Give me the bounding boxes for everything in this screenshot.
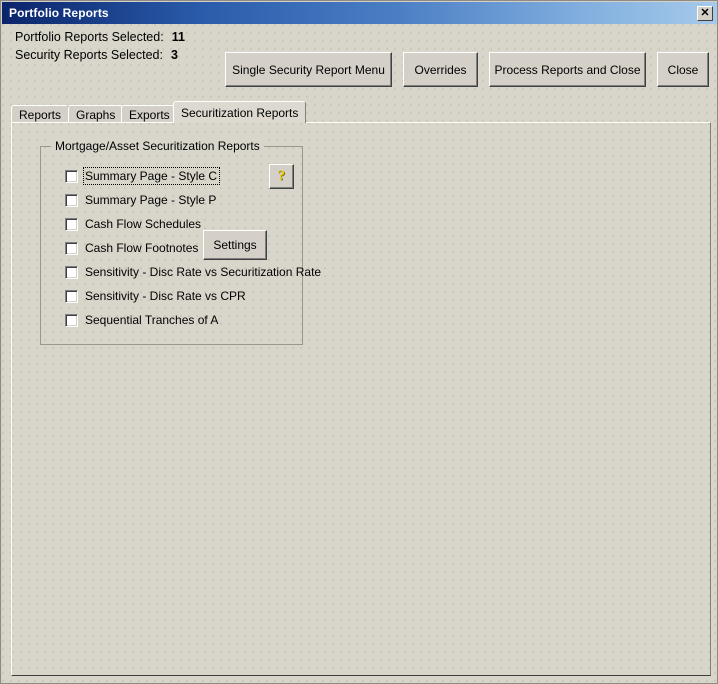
security-reports-selected-row: Security Reports Selected: 3 (15, 48, 178, 62)
checkbox-row-sensitivity-disc-rate-vs-securitization-rate[interactable]: Sensitivity - Disc Rate vs Securitizatio… (65, 264, 323, 280)
checkbox-summary-page-style-c[interactable] (65, 169, 78, 183)
help-button[interactable]: ? (269, 164, 294, 189)
close-button[interactable]: Close (657, 52, 709, 87)
tab-exports[interactable]: Exports (121, 105, 178, 123)
securitization-reports-panel: Mortgage/Asset Securitization Reports Su… (11, 122, 711, 676)
portfolio-reports-selected-row: Portfolio Reports Selected: 11 (15, 30, 185, 44)
mortgage-asset-securitization-reports-groupbox: Mortgage/Asset Securitization Reports Su… (40, 139, 321, 345)
single-security-report-menu-button[interactable]: Single Security Report Menu (225, 52, 392, 87)
checkbox-label-cash-flow-schedules: Cash Flow Schedules (85, 217, 202, 231)
process-reports-and-close-button[interactable]: Process Reports and Close (489, 52, 646, 87)
portfolio-reports-selected-label: Portfolio Reports Selected: (15, 30, 164, 44)
security-reports-selected-value: 3 (171, 48, 178, 62)
checkbox-label-summary-page-style-c: Summary Page - Style C (82, 167, 221, 185)
tab-securitization-reports[interactable]: Securitization Reports (173, 101, 307, 123)
checkbox-label-summary-page-style-p: Summary Page - Style P (85, 193, 217, 207)
checkbox-row-summary-page-style-c[interactable]: Summary Page - Style C (65, 167, 221, 185)
checkbox-sensitivity-disc-rate-vs-securitization-rate[interactable] (65, 265, 78, 279)
checkbox-label-sequential-tranches-of-a: Sequential Tranches of A (85, 313, 219, 327)
groupbox-title: Mortgage/Asset Securitization Reports (51, 139, 264, 153)
tab-strip: Reports Graphs Exports Securitization Re… (11, 101, 711, 123)
portfolio-reports-selected-value: 11 (171, 30, 185, 44)
window-titlebar: Portfolio Reports ✕ (2, 2, 717, 24)
checkbox-label-sensitivity-disc-rate-vs-cpr: Sensitivity - Disc Rate vs CPR (85, 289, 246, 303)
tab-graphs[interactable]: Graphs (68, 105, 124, 123)
tab-reports[interactable]: Reports (11, 105, 70, 123)
checkbox-row-summary-page-style-p[interactable]: Summary Page - Style P (65, 192, 218, 208)
checkbox-row-sequential-tranches-of-a[interactable]: Sequential Tranches of A (65, 312, 220, 328)
overrides-button[interactable]: Overrides (403, 52, 478, 87)
security-reports-selected-label: Security Reports Selected: (15, 48, 163, 62)
checkbox-label-sensitivity-disc-rate-vs-securitization-rate: Sensitivity - Disc Rate vs Securitizatio… (85, 265, 322, 279)
checkbox-row-sensitivity-disc-rate-vs-cpr[interactable]: Sensitivity - Disc Rate vs CPR (65, 288, 248, 304)
close-x-icon[interactable]: ✕ (697, 5, 713, 21)
checkbox-row-cash-flow-schedules[interactable]: Cash Flow Schedules (65, 216, 203, 232)
checkbox-cash-flow-schedules[interactable] (65, 217, 78, 231)
window-content: Portfolio Reports Selected: 11 Security R… (2, 24, 717, 683)
portfolio-reports-window: Portfolio Reports ✕ Portfolio Reports Se… (0, 0, 718, 684)
settings-button[interactable]: Settings (203, 230, 267, 260)
question-mark-icon: ? (277, 168, 286, 184)
checkbox-row-cash-flow-footnotes[interactable]: Cash Flow Footnotes (65, 240, 200, 256)
checkbox-sequential-tranches-of-a[interactable] (65, 313, 78, 327)
checkbox-sensitivity-disc-rate-vs-cpr[interactable] (65, 289, 78, 303)
checkbox-summary-page-style-p[interactable] (65, 193, 78, 207)
checkbox-cash-flow-footnotes[interactable] (65, 241, 78, 255)
checkbox-label-cash-flow-footnotes: Cash Flow Footnotes (85, 241, 199, 255)
window-title: Portfolio Reports (9, 6, 109, 20)
header-bar: Portfolio Reports Selected: 11 Security R… (2, 24, 717, 87)
